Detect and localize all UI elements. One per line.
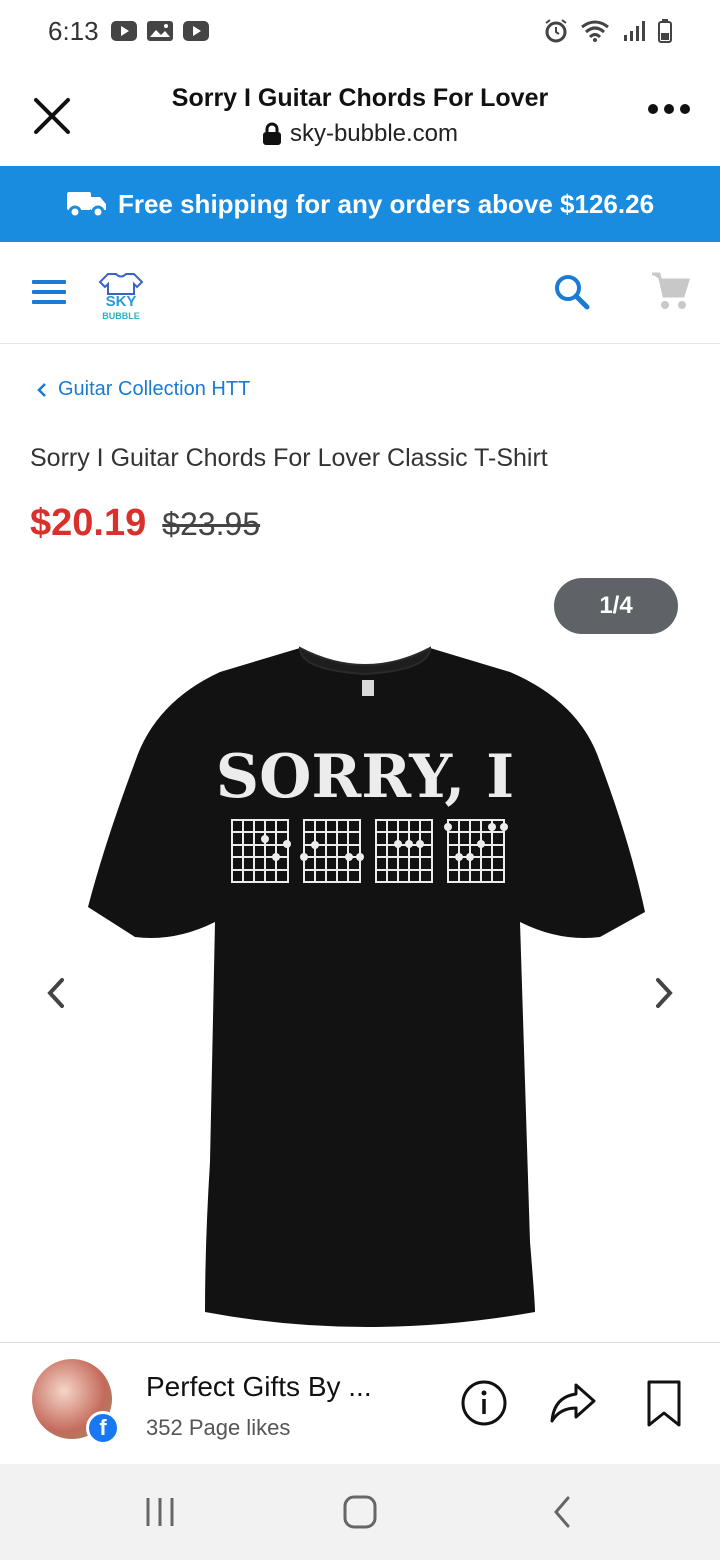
status-bar: 6:13 (0, 0, 720, 64)
banner-text: Free shipping for any orders above $126.… (117, 188, 655, 219)
product-image[interactable]: SORRY, I (80, 642, 650, 1332)
facebook-icon: f (86, 1411, 120, 1445)
fb-page-name[interactable]: Perfect Gifts By ... (146, 1371, 372, 1403)
site-logo[interactable]: SKY BUBBLE (94, 270, 148, 322)
back-button[interactable] (550, 1494, 574, 1535)
logo-icon: SKY BUBBLE (98, 273, 144, 321)
home-icon (343, 1495, 377, 1529)
product-title: Sorry I Guitar Chords For Lover Classic … (30, 444, 548, 472)
notification-icons (110, 20, 210, 42)
alarm-icon (545, 19, 567, 43)
product-gallery: 1/4 SORRY, I (0, 560, 720, 1342)
breadcrumb[interactable]: Guitar Collection HTT (36, 378, 250, 401)
site-nav: SKY BUBBLE (0, 242, 720, 344)
more-dot (648, 104, 658, 114)
back-icon (554, 1496, 570, 1528)
sale-price: $20.19 (30, 502, 147, 544)
chevron-left-icon (47, 978, 64, 1008)
menu-button[interactable] (32, 280, 66, 306)
free-shipping-banner: Free shipping for any orders above $126.… (0, 166, 720, 242)
home-button[interactable] (342, 1494, 378, 1535)
search-button[interactable] (552, 272, 592, 317)
battery-icon (658, 19, 672, 43)
more-options-button[interactable] (648, 104, 690, 114)
gallery-icon (147, 21, 173, 41)
image-counter: 1/4 (554, 578, 678, 634)
recent-apps-button[interactable] (144, 1496, 176, 1533)
url-text: sky-bubble.com (289, 120, 459, 147)
lock-icon (262, 122, 281, 145)
logo-bubble-text: BUBBLE (102, 311, 140, 321)
truck-icon (66, 192, 106, 219)
previous-image-button[interactable] (42, 976, 70, 1015)
more-dot (664, 104, 674, 114)
cart-button[interactable] (650, 270, 692, 317)
page-title: Sorry I Guitar Chords For Lover (171, 84, 549, 112)
browser-header: Sorry I Guitar Chords For Lover sky-bubb… (0, 64, 720, 166)
bookmark-icon (647, 1380, 681, 1427)
close-icon (34, 98, 70, 134)
system-icons (544, 18, 672, 44)
chevron-left-icon (37, 382, 46, 397)
menu-line (32, 290, 66, 294)
signal-icon (624, 21, 645, 41)
price-row: $20.19 $23.95 (30, 502, 260, 545)
chevron-right-icon (656, 978, 673, 1008)
bookmark-button[interactable] (646, 1379, 682, 1434)
search-icon (555, 275, 590, 310)
shirt-print-text: SORRY, I (216, 742, 514, 812)
menu-line (32, 280, 66, 284)
logo-sky-text: SKY (106, 293, 137, 310)
next-image-button[interactable] (650, 976, 678, 1015)
close-button[interactable] (28, 92, 76, 140)
system-nav-bar (0, 1464, 720, 1560)
youtube-icon (111, 21, 137, 41)
share-icon (550, 1383, 596, 1423)
more-dot (680, 104, 690, 114)
status-time: 6:13 (48, 16, 99, 46)
fb-page-likes: 352 Page likes (146, 1415, 291, 1440)
share-button[interactable] (548, 1379, 598, 1432)
breadcrumb-label: Guitar Collection HTT (58, 378, 251, 400)
facebook-page-bar: f Perfect Gifts By ... 352 Page likes (0, 1342, 720, 1464)
recent-apps-icon (146, 1498, 174, 1526)
cart-icon (652, 272, 691, 309)
info-icon (461, 1380, 507, 1426)
info-button[interactable] (460, 1379, 508, 1432)
youtube-icon (183, 21, 209, 41)
page-url[interactable]: sky-bubble.com (120, 120, 600, 148)
wifi-icon (581, 20, 609, 42)
menu-line (32, 300, 66, 304)
original-price: $23.95 (162, 506, 261, 542)
